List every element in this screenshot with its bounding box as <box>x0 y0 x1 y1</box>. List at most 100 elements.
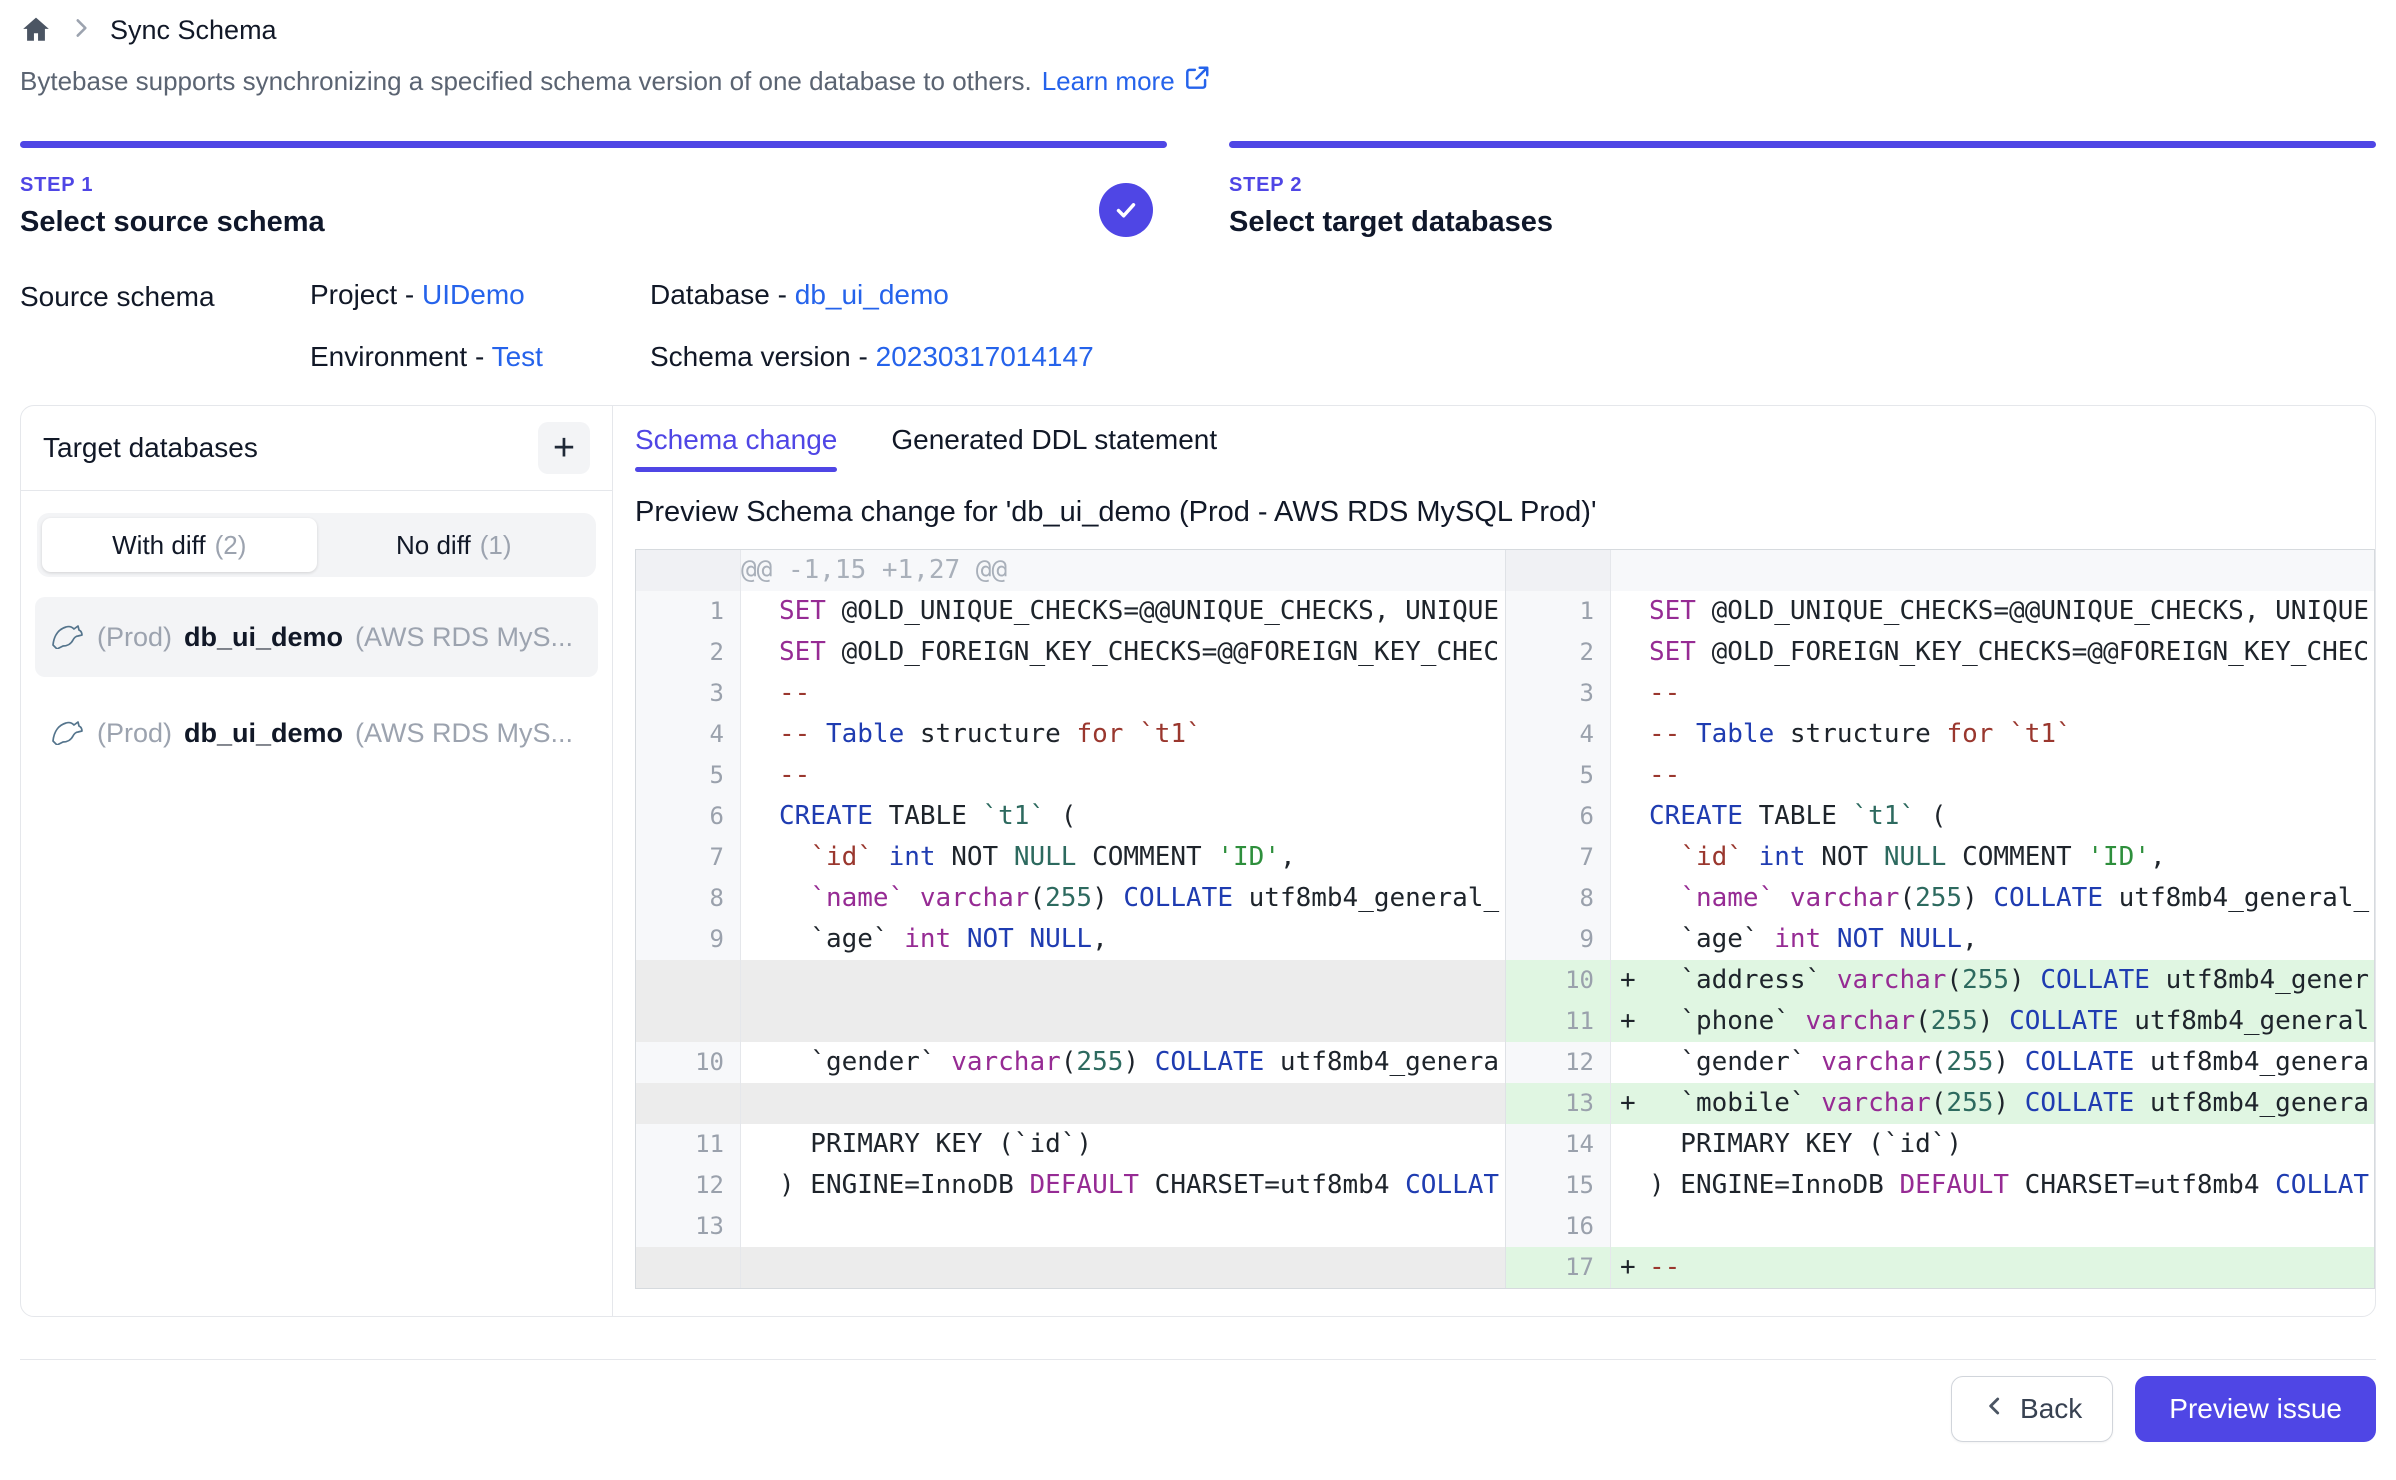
footer-actions: Back Preview issue <box>20 1360 2376 1442</box>
diff-row: 9 `age` int NOT NULL, <box>636 919 1505 960</box>
diff-pane-source[interactable]: @@ -1,15 +1,27 @@1SET @OLD_UNIQUE_CHECKS… <box>636 550 1505 1288</box>
line-number: 5 <box>636 755 741 796</box>
step-1-label: STEP 1 <box>20 174 1167 197</box>
external-link-icon <box>1183 64 1211 99</box>
mysql-icon <box>49 715 85 752</box>
line-number: 3 <box>636 673 741 714</box>
diff-row <box>636 1083 1505 1124</box>
diff-row: @@ -1,15 +1,27 @@ <box>636 550 1505 591</box>
code-line: ) ENGINE=InnoDB DEFAULT CHARSET=utf8mb4 … <box>1649 1165 2374 1206</box>
diff-row: 8 `name` varchar(255) COLLATE utf8mb4_ge… <box>636 878 1505 919</box>
source-schema-field: Environment - Test <box>310 341 650 373</box>
source-schema-label: Source schema <box>20 279 310 373</box>
filter-tab-count: (2) <box>215 530 247 561</box>
line-number: 6 <box>636 796 741 837</box>
code-line: `phone` varchar(255) COLLATE utf8mb4_gen… <box>1649 1001 2374 1042</box>
field-value-link[interactable]: 20230317014147 <box>876 341 1094 372</box>
code-line: -- <box>1649 755 2374 796</box>
source-schema-section: Source schema Project - UIDemoDatabase -… <box>20 279 2376 373</box>
field-value-link[interactable]: Test <box>492 341 543 372</box>
line-number: 7 <box>636 837 741 878</box>
step-1-title: Select source schema <box>20 206 1167 239</box>
home-icon[interactable] <box>20 14 52 46</box>
filter-tab-with-diff[interactable]: With diff(2) <box>42 518 317 572</box>
diff-marker: + <box>1611 960 1649 1001</box>
diff-row: 5-- <box>1506 755 2374 796</box>
diff-row: 1SET @OLD_UNIQUE_CHECKS=@@UNIQUE_CHECKS,… <box>636 591 1505 632</box>
step-2-progress-bar <box>1229 141 2376 148</box>
line-number: 14 <box>1506 1124 1611 1165</box>
code-line: PRIMARY KEY (`id`) <box>779 1124 1505 1165</box>
code-line: @@ -1,15 +1,27 @@ <box>741 550 1505 591</box>
code-line: -- Table structure for `t1` <box>779 714 1505 755</box>
preview-tabs: Schema change Generated DDL statement <box>635 424 2375 472</box>
field-name: Environment - <box>310 341 492 372</box>
diff-row: 7 `id` int NOT NULL COMMENT 'ID', <box>636 837 1505 878</box>
source-schema-field: Database - db_ui_demo <box>650 279 1094 311</box>
source-schema-field: Project - UIDemo <box>310 279 650 311</box>
diff-row: 3 -- <box>636 673 1505 714</box>
line-number <box>636 1083 741 1124</box>
source-schema-fields: Project - UIDemoDatabase - db_ui_demoEnv… <box>310 279 1094 373</box>
preview-title: Preview Schema change for 'db_ui_demo (P… <box>635 496 2375 529</box>
line-number: 1 <box>1506 591 1611 632</box>
step-2-label: STEP 2 <box>1229 174 2376 197</box>
field-name: Database - <box>650 279 795 310</box>
back-button-label: Back <box>2020 1393 2082 1425</box>
mysql-icon <box>49 619 85 656</box>
line-number: 15 <box>1506 1165 1611 1206</box>
code-line: -- <box>779 673 1505 714</box>
code-line: SET @OLD_FOREIGN_KEY_CHECKS=@@FOREIGN_KE… <box>1649 632 2374 673</box>
schema-preview: Schema change Generated DDL statement Pre… <box>613 406 2375 1316</box>
page-description: Bytebase supports synchronizing a specif… <box>20 64 2376 99</box>
target-database-item[interactable]: (Prod)db_ui_demo(AWS RDS MyS... <box>35 693 598 773</box>
code-line: `id` int NOT NULL COMMENT 'ID', <box>779 837 1505 878</box>
target-databases-title: Target databases <box>43 432 258 464</box>
code-line: `mobile` varchar(255) COLLATE utf8mb4_ge… <box>1649 1083 2374 1124</box>
target-database-list: (Prod)db_ui_demo(AWS RDS MyS... (Prod)db_… <box>35 597 598 773</box>
diff-row: 6CREATE TABLE `t1` ( <box>1506 796 2374 837</box>
preview-issue-button[interactable]: Preview issue <box>2135 1376 2376 1442</box>
line-number: 12 <box>1506 1042 1611 1083</box>
line-number: 2 <box>1506 632 1611 673</box>
diff-row: 13+ `mobile` varchar(255) COLLATE utf8mb… <box>1506 1083 2374 1124</box>
line-number <box>636 1247 741 1288</box>
code-line: SET @OLD_FOREIGN_KEY_CHECKS=@@FOREIGN_KE… <box>779 632 1505 673</box>
line-number: 1 <box>636 591 741 632</box>
filter-tab-no-diff[interactable]: No diff(1) <box>317 518 592 572</box>
code-line: -- <box>1649 673 2374 714</box>
filter-tab-label: No diff <box>396 530 471 561</box>
line-number: 13 <box>636 1206 741 1247</box>
learn-more-link[interactable]: Learn more <box>1042 64 1211 99</box>
line-number: 7 <box>1506 837 1611 878</box>
target-database-item[interactable]: (Prod)db_ui_demo(AWS RDS MyS... <box>35 597 598 677</box>
code-line: `age` int NOT NULL, <box>779 919 1505 960</box>
database-instance: (AWS RDS MyS... <box>355 622 573 653</box>
diff-filter-tabs: With diff(2)No diff(1) <box>37 513 596 577</box>
add-target-database-button[interactable]: + <box>538 422 590 474</box>
line-number: 2 <box>636 632 741 673</box>
diff-row: 9 `age` int NOT NULL, <box>1506 919 2374 960</box>
tab-schema-change[interactable]: Schema change <box>635 424 837 472</box>
step-2-title: Select target databases <box>1229 206 2376 239</box>
tab-generated-ddl-statement[interactable]: Generated DDL statement <box>891 424 1217 472</box>
step-indicator: STEP 1 Select source schema STEP 2 Selec… <box>20 141 2376 239</box>
code-line: -- Table structure for `t1` <box>1649 714 2374 755</box>
learn-more-label: Learn more <box>1042 66 1175 97</box>
line-number: 8 <box>1506 878 1611 919</box>
diff-marker: + <box>1611 1083 1649 1124</box>
diff-row <box>636 960 1505 1001</box>
line-number: 11 <box>636 1124 741 1165</box>
plus-icon: + <box>553 429 575 467</box>
back-button[interactable]: Back <box>1951 1376 2113 1442</box>
diff-marker: + <box>1611 1001 1649 1042</box>
diff-pane-target[interactable]: 1SET @OLD_UNIQUE_CHECKS=@@UNIQUE_CHECKS,… <box>1505 550 2374 1288</box>
diff-row: 2 SET @OLD_FOREIGN_KEY_CHECKS=@@FOREIGN_K… <box>1506 632 2374 673</box>
code-line: `age` int NOT NULL, <box>1649 919 2374 960</box>
sync-schema-page: Sync Schema Bytebase supports synchroniz… <box>0 0 2396 1442</box>
field-value-link[interactable]: db_ui_demo <box>795 279 949 310</box>
field-value-link[interactable]: UIDemo <box>422 279 525 310</box>
code-line: `gender` varchar(255) COLLATE utf8mb4_ge… <box>779 1042 1505 1083</box>
diff-row <box>1506 550 2374 591</box>
line-number: 4 <box>1506 714 1611 755</box>
